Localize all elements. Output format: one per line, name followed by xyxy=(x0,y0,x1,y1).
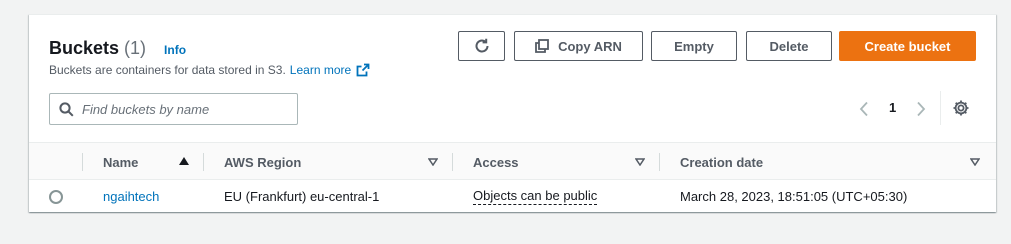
learn-more-link[interactable]: Learn more xyxy=(290,63,370,77)
column-name-label: Name xyxy=(103,154,139,170)
column-region-label: AWS Region xyxy=(224,154,302,170)
external-link-icon xyxy=(356,63,370,77)
sort-caret-down-icon[interactable] xyxy=(635,158,645,166)
search-field[interactable] xyxy=(49,93,298,125)
panel-header: Buckets (1) Info xyxy=(49,38,186,59)
bucket-count: (1) xyxy=(124,38,147,58)
search-icon xyxy=(59,101,74,117)
access-cell: Objects can be public xyxy=(473,180,598,213)
column-access-label: Access xyxy=(473,154,519,170)
panel-description: Buckets are containers for data stored i… xyxy=(49,63,370,77)
column-header-region[interactable]: AWS Region xyxy=(224,143,301,181)
delete-button[interactable]: Delete xyxy=(746,31,832,61)
empty-label: Empty xyxy=(674,38,714,54)
copy-arn-label: Copy ARN xyxy=(558,38,622,54)
page-number[interactable]: 1 xyxy=(889,100,896,115)
table-header: Name AWS Region Access Creation date xyxy=(29,142,996,180)
sort-ascending-icon[interactable] xyxy=(179,157,189,165)
next-page-button[interactable] xyxy=(915,98,927,120)
copy-icon xyxy=(535,39,549,53)
search-input[interactable] xyxy=(82,101,282,117)
table-row: ngaihtech EU (Frankfurt) eu-central-1 Ob… xyxy=(29,180,996,213)
pagination-divider xyxy=(940,91,941,125)
description-text: Buckets are containers for data stored i… xyxy=(49,63,286,77)
creation-date-cell: March 28, 2023, 18:51:05 (UTC+05:30) xyxy=(680,180,907,213)
column-header-creation-date[interactable]: Creation date xyxy=(680,143,763,181)
refresh-button[interactable] xyxy=(458,31,505,61)
empty-button[interactable]: Empty xyxy=(651,31,737,61)
row-select-radio[interactable] xyxy=(49,190,63,204)
column-header-name[interactable]: Name xyxy=(103,143,138,181)
chevron-left-icon xyxy=(858,101,870,117)
region-value: EU (Frankfurt) eu-central-1 xyxy=(224,189,380,204)
create-bucket-label: Create bucket xyxy=(864,38,951,54)
access-value[interactable]: Objects can be public xyxy=(473,188,598,205)
creation-date-value: March 28, 2023, 18:51:05 (UTC+05:30) xyxy=(680,189,908,204)
sort-caret-down-icon[interactable] xyxy=(428,158,438,166)
refresh-icon xyxy=(473,37,491,55)
settings-gear-icon[interactable] xyxy=(952,99,970,117)
region-cell: EU (Frankfurt) eu-central-1 xyxy=(224,180,379,213)
column-divider xyxy=(203,153,204,171)
column-header-access[interactable]: Access xyxy=(473,143,519,181)
info-link[interactable]: Info xyxy=(164,43,186,57)
page-title: Buckets xyxy=(49,38,120,58)
sort-caret-down-icon[interactable] xyxy=(970,158,980,166)
column-divider xyxy=(452,153,453,171)
copy-arn-button[interactable]: Copy ARN xyxy=(514,31,643,61)
delete-label: Delete xyxy=(769,38,809,54)
bucket-name-link[interactable]: ngaihtech xyxy=(103,189,159,204)
column-divider xyxy=(659,153,660,171)
buckets-panel: Buckets (1) Info Buckets are containers … xyxy=(29,14,996,212)
previous-page-button[interactable] xyxy=(858,98,870,120)
column-divider xyxy=(82,153,83,171)
column-creation-date-label: Creation date xyxy=(680,154,764,170)
bucket-name-cell: ngaihtech xyxy=(103,180,159,213)
chevron-right-icon xyxy=(915,101,927,117)
learn-more-label: Learn more xyxy=(289,63,352,77)
create-bucket-button[interactable]: Create bucket xyxy=(839,31,976,61)
